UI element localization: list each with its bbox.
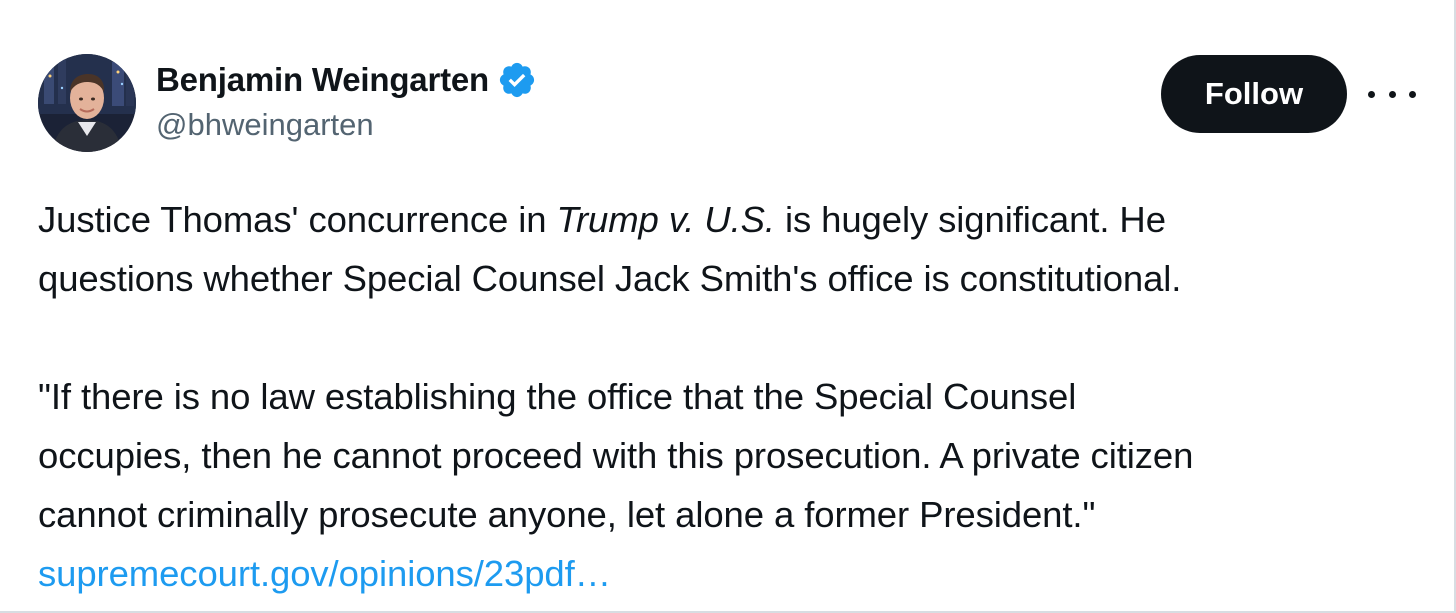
author-name-row: Benjamin Weingarten — [156, 58, 537, 102]
tweet-text-segment: is hugely significant. He — [774, 199, 1166, 240]
more-dot — [1388, 90, 1396, 98]
author-display-name[interactable]: Benjamin Weingarten — [156, 61, 489, 99]
tweet-text: Justice Thomas' concurrence in Trump v. … — [38, 190, 1438, 603]
avatar-image — [38, 54, 136, 152]
tweet-italic-case-name: Trump v. U.S. — [556, 199, 776, 240]
quote-line: occupies, then he cannot proceed with th… — [38, 435, 1194, 476]
quote-line: cannot criminally prosecute anyone, let … — [38, 494, 1096, 535]
more-dot — [1368, 90, 1375, 98]
tweet-line: supremecourt.gov/opinions/23pdf… — [38, 544, 1438, 603]
tweet-link[interactable]: supremecourt.gov/opinions/23pdf… — [38, 553, 611, 594]
avatar[interactable] — [38, 54, 136, 152]
follow-button[interactable]: Follow — [1161, 55, 1347, 133]
quote-line: "If there is no law establishing the off… — [38, 376, 1077, 417]
author-handle[interactable]: @bhweingarten — [156, 107, 374, 143]
tweet-card: Benjamin Weingarten @bhweingarten Follow… — [0, 0, 1456, 613]
more-dot — [1409, 90, 1416, 98]
tweet-line: Justice Thomas' concurrence in Trump v. … — [38, 190, 1438, 249]
more-horizontal-icon[interactable] — [1368, 80, 1416, 108]
tweet-line: questions whether Special Counsel Jack S… — [38, 258, 1182, 299]
verified-badge-icon[interactable] — [497, 60, 537, 100]
tweet-text-segment: Justice Thomas' concurrence in — [38, 199, 557, 240]
